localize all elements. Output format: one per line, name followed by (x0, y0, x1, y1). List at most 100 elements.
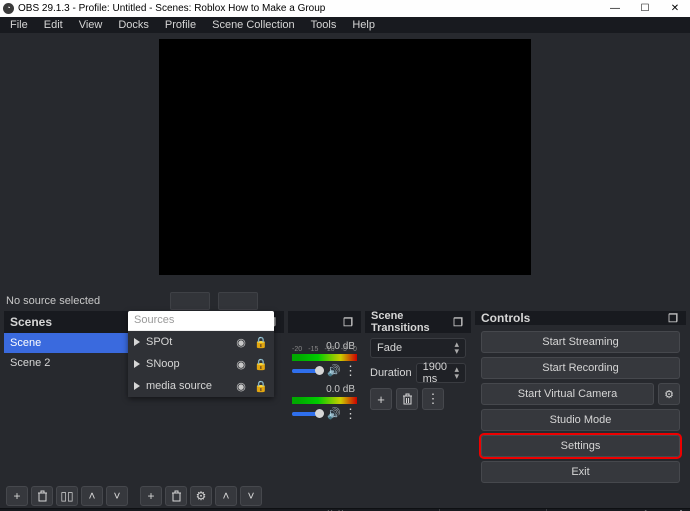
controls-dock: Controls ❐ Start Streaming Start Recordi… (475, 311, 686, 482)
menu-view[interactable]: View (71, 17, 111, 33)
tick: -10 (324, 346, 334, 353)
scene-item[interactable]: Scene 2 (4, 353, 132, 373)
scene-list: Scene Scene 2 (4, 333, 132, 482)
context-button-1[interactable] (170, 292, 210, 310)
window-close-button[interactable]: ✕ (660, 0, 690, 17)
source-item[interactable]: media source ◉ 🔒 (128, 375, 274, 397)
source-add-button[interactable]: + (140, 486, 162, 506)
scene-down-button[interactable]: ˅ (106, 486, 128, 506)
start-recording-button[interactable]: Start Recording (481, 357, 680, 379)
window-titlebar: ◔ OBS 29.1.3 - Profile: Untitled - Scene… (0, 0, 690, 17)
mixer-header: ❐ (288, 311, 361, 333)
scenes-header: Scenes (4, 311, 132, 333)
context-button-2[interactable] (218, 292, 258, 310)
controls-title: Controls (481, 311, 530, 325)
scenes-dock: Scenes Scene Scene 2 (4, 311, 132, 482)
window-title: OBS 29.1.3 - Profile: Untitled - Scenes:… (18, 3, 325, 14)
virtual-camera-settings-button[interactable]: ⚙ (658, 383, 680, 405)
source-properties-button[interactable]: ⚙ (190, 486, 212, 506)
tick: -20 (292, 346, 302, 353)
volume-slider[interactable] (292, 369, 324, 373)
start-virtual-camera-button[interactable]: Start Virtual Camera (481, 383, 654, 405)
scene-filter-button[interactable]: ▯▯ (56, 486, 78, 506)
preview-area (0, 33, 690, 291)
window-maximize-button[interactable]: ☐ (630, 0, 660, 17)
source-up-button[interactable]: ˄ (215, 486, 237, 506)
transition-select[interactable]: Fade ▴▾ (370, 338, 466, 358)
visibility-toggle[interactable]: ◉ (234, 336, 248, 349)
audio-mixer-dock: ❐ 0.0 dB -20 -15 -10 -5 0 (288, 311, 361, 482)
mixer-track-1: 0.0 dB -20 -15 -10 -5 0 🔊 ⋮ (288, 341, 361, 380)
scene-remove-button[interactable] (31, 486, 53, 506)
menu-scene-collection[interactable]: Scene Collection (204, 17, 303, 33)
scene-add-button[interactable]: + (6, 486, 28, 506)
context-bar: No source selected (0, 291, 690, 311)
menu-profile[interactable]: Profile (157, 17, 204, 33)
source-remove-button[interactable] (165, 486, 187, 506)
popout-icon[interactable]: ❐ (451, 316, 465, 329)
stepper-icon: ▴▾ (454, 341, 459, 355)
settings-button[interactable]: Settings (481, 435, 680, 457)
gear-icon: ⚙ (664, 388, 674, 401)
add-transition-button[interactable]: + (370, 388, 392, 410)
play-icon (134, 338, 140, 346)
sources-popup: Sources SPOt ◉ 🔒 SNoop ◉ 🔒 (128, 311, 274, 397)
transition-properties-button[interactable]: ⋮ (422, 388, 444, 410)
play-icon (134, 360, 140, 368)
source-item[interactable]: SPOt ◉ 🔒 (128, 331, 274, 353)
mixer-db-label: 0.0 dB (288, 384, 361, 395)
volume-slider[interactable] (292, 412, 324, 416)
speaker-icon[interactable]: 🔊 (327, 407, 341, 420)
duration-input[interactable]: 1900 ms ▴▾ (416, 363, 466, 383)
source-label: media source (146, 380, 212, 392)
menubar: File Edit View Docks Profile Scene Colle… (0, 17, 690, 33)
menu-tools[interactable]: Tools (303, 17, 345, 33)
menu-help[interactable]: Help (344, 17, 383, 33)
scene-item[interactable]: Scene (4, 333, 132, 353)
lock-toggle[interactable]: 🔒 (254, 380, 268, 393)
transitions-header: Scene Transitions ❐ (365, 311, 471, 333)
menu-file[interactable]: File (2, 17, 36, 33)
window-minimize-button[interactable]: — (600, 0, 630, 17)
scene-up-button[interactable]: ˄ (81, 486, 103, 506)
studio-mode-button[interactable]: Studio Mode (481, 409, 680, 431)
source-down-button[interactable]: ˅ (240, 486, 262, 506)
program-preview[interactable] (159, 39, 531, 275)
controls-header: Controls ❐ (475, 311, 686, 325)
popout-icon[interactable]: ❐ (341, 316, 355, 329)
play-icon (134, 382, 140, 390)
visibility-toggle[interactable]: ◉ (234, 380, 248, 393)
visibility-toggle[interactable]: ◉ (234, 358, 248, 371)
scenes-title: Scenes (10, 315, 52, 329)
sources-search-input[interactable]: Sources (128, 311, 274, 331)
source-label: SNoop (146, 358, 180, 370)
source-label: SPOt (146, 336, 172, 348)
tick: 0 (353, 346, 357, 353)
speaker-icon[interactable]: 🔊 (327, 364, 341, 377)
transitions-title: Scene Transitions (371, 310, 451, 334)
obs-app-icon: ◔ (3, 3, 14, 14)
lock-toggle[interactable]: 🔒 (254, 336, 268, 349)
docks-row: Scenes Scene Scene 2 ❐ ❐ 0. (0, 311, 690, 484)
duration-value: 1900 ms (423, 361, 455, 385)
start-streaming-button[interactable]: Start Streaming (481, 331, 680, 353)
transition-value: Fade (377, 342, 402, 354)
mixer-meter: -20 -15 -10 -5 0 (292, 354, 357, 361)
duration-label: Duration (370, 367, 412, 379)
stepper-icon: ▴▾ (454, 366, 459, 380)
tick: -15 (308, 346, 318, 353)
menu-docks[interactable]: Docks (110, 17, 157, 33)
mixer-meter (292, 397, 357, 404)
remove-transition-button[interactable] (396, 388, 418, 410)
tick: -5 (341, 346, 347, 353)
mixer-track-2: 0.0 dB 🔊 ⋮ (288, 384, 361, 423)
menu-edit[interactable]: Edit (36, 17, 71, 33)
source-item[interactable]: SNoop ◉ 🔒 (128, 353, 274, 375)
popout-icon[interactable]: ❐ (666, 312, 680, 325)
more-icon[interactable]: ⋮ (344, 367, 357, 375)
transitions-dock: Scene Transitions ❐ Fade ▴▾ Duration 190… (365, 311, 471, 482)
more-icon[interactable]: ⋮ (344, 410, 357, 418)
exit-button[interactable]: Exit (481, 461, 680, 483)
no-source-label: No source selected (6, 295, 100, 307)
lock-toggle[interactable]: 🔒 (254, 358, 268, 371)
